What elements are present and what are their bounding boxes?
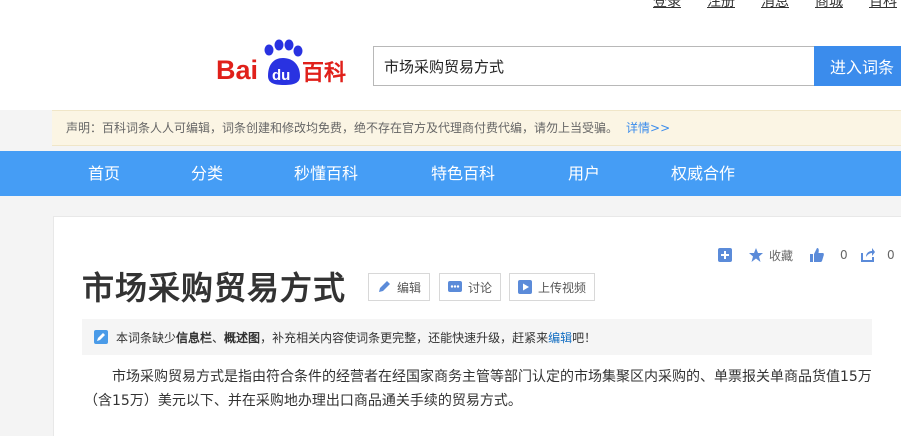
tip-sep: 、 — [212, 330, 225, 345]
notice-bar: 声明：百科词条人人可编辑，词条创建和修改均免费，绝不存在官方及代理商付费代编，请… — [52, 110, 901, 146]
logo-text-du: du — [272, 67, 290, 84]
baidu-baike-logo[interactable]: Bai du 百科 — [216, 38, 356, 88]
top-bar: 登录 注册 消息 商城 百科 — [0, 0, 901, 14]
top-links: 登录 注册 消息 商城 百科 — [653, 0, 901, 11]
entry-description: 市场采购贸易方式是指由符合条件的经营者在经国家商务主管等部门认定的市场集聚区内采… — [84, 369, 872, 409]
nav-item-user[interactable]: 用户 — [568, 151, 600, 196]
share-action[interactable]: 0 — [861, 247, 895, 263]
star-icon — [749, 248, 763, 262]
main-nav: 首页 分类 秒懂百科 特色百科 用户 权威合作 — [0, 151, 901, 196]
favorite-label: 收藏 — [769, 248, 794, 263]
tip-edit-link[interactable]: 编辑 — [548, 329, 572, 346]
tip-prefix: 本词条缺少 — [116, 330, 177, 345]
nav-item-home[interactable]: 首页 — [88, 151, 120, 196]
discuss-button-label: 讨论 — [468, 280, 493, 295]
messages-link[interactable]: 消息 — [761, 0, 789, 11]
login-link[interactable]: 登录 — [653, 0, 681, 11]
edit-tip-icon — [94, 330, 108, 344]
notice-text: 声明：百科词条人人可编辑，词条创建和修改均免费，绝不存在官方及代理商付费代编，请… — [66, 121, 619, 135]
plus-icon — [718, 248, 732, 262]
nav-item-special[interactable]: 特色百科 — [431, 151, 495, 196]
chat-icon — [448, 281, 462, 292]
logo-text-baike: 百科 — [302, 61, 346, 86]
edit-button-label: 编辑 — [397, 280, 422, 295]
tip-suffix: 吧！ — [572, 330, 597, 345]
tip-summary-image: 概述图 — [224, 330, 261, 345]
edit-button[interactable]: 编辑 — [368, 273, 431, 301]
nav-item-category[interactable]: 分类 — [191, 151, 223, 196]
tip-middle: ，补充相关内容使词条更完整，还能快速升级，赶紧来 — [260, 330, 549, 345]
missing-info-tip: 本词条缺少 信息栏、概述图 ，补充相关内容使词条更完整，还能快速升级，赶紧来 编辑 吧！ — [82, 319, 872, 355]
baike-link[interactable]: 百科 — [869, 0, 897, 11]
nav-item-miaodong[interactable]: 秒懂百科 — [294, 151, 358, 196]
pencil-icon — [379, 281, 390, 292]
search-input[interactable] — [373, 46, 814, 86]
header: Bai du 百科 进入词条 — [0, 14, 901, 110]
discuss-button[interactable]: 讨论 — [439, 273, 502, 301]
add-action[interactable] — [718, 247, 738, 263]
logo-text-bai: Bai — [216, 55, 258, 85]
register-link[interactable]: 注册 — [707, 0, 735, 11]
upload-video-button[interactable]: 上传视频 — [509, 273, 596, 301]
like-count: 0 — [840, 248, 848, 262]
page-title: 市场采购贸易方式 — [82, 269, 347, 307]
upload-video-button-label: 上传视频 — [538, 280, 587, 295]
mall-link[interactable]: 商城 — [815, 0, 843, 11]
share-icon — [861, 248, 875, 262]
tip-infobox: 信息栏 — [176, 330, 213, 345]
nav-item-authority[interactable]: 权威合作 — [671, 151, 735, 196]
like-action[interactable]: 0 — [810, 247, 848, 263]
video-play-icon — [518, 280, 532, 294]
share-count: 0 — [887, 248, 895, 262]
notice-details-link[interactable]: 详情>> — [626, 121, 670, 135]
enter-entry-button[interactable]: 进入词条 — [814, 46, 901, 86]
favorite-action[interactable]: 收藏 — [749, 247, 793, 263]
thumbs-up-icon — [810, 248, 824, 262]
entry-card: 收藏 0 0 市场采购贸易方式 编辑 讨论 上传视频 本词条缺少 信息栏、概述图，… — [53, 216, 901, 436]
